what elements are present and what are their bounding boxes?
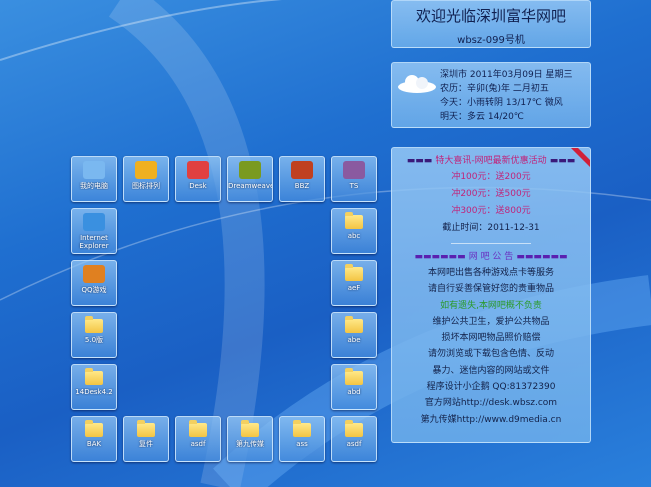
desktop-icon-item[interactable]: 第九传媒 <box>227 416 273 462</box>
desktop-icon-label: TS <box>349 182 359 190</box>
folder-icon <box>293 420 311 437</box>
weather-today: 今天：小雨转阴 13/17℃ 微风 <box>440 98 563 108</box>
divider <box>451 243 531 244</box>
desktop-icon-label: 5.0版 <box>84 336 104 344</box>
desktop-icon-50[interactable]: 5.0版 <box>71 312 117 358</box>
desktop-icon-label: BAK <box>86 440 102 448</box>
dreamweaver-icon <box>239 161 261 179</box>
machine-id: wbsz-099号机 <box>457 35 525 46</box>
promo-offer: 冲100元：送200元 <box>451 172 531 182</box>
promo-deadline: 截止时间：2011-12-31 <box>442 223 540 233</box>
desktop-icon-item[interactable]: 图标排列 <box>123 156 169 202</box>
desktop-icon-label: Internet Explorer <box>79 234 109 250</box>
desktop-icon-label: abe <box>347 336 361 344</box>
desktop-icon-label: ass <box>296 440 308 448</box>
promo-title: 特大喜讯-网吧最新优惠活动 <box>435 156 547 166</box>
desktop-icon-asdf[interactable]: asdf <box>175 416 221 462</box>
desktop-icon-aef[interactable]: aeF <box>331 260 377 306</box>
weather-date: 深圳市 2011年03月09日 星期三 <box>440 70 573 80</box>
weather-lunar: 农历：辛卯(兔)年 二月初五 <box>440 84 549 94</box>
cloud-icon <box>398 75 436 93</box>
desktop-icon-bak[interactable]: BAK <box>71 416 117 462</box>
promo-offer: 冲300元：送800元 <box>451 206 531 216</box>
desktop-icon-label: 图标排列 <box>132 182 160 190</box>
folder-icon <box>137 420 155 437</box>
folder-icon <box>85 420 103 437</box>
penguin-icon <box>187 161 209 179</box>
ts-icon <box>343 161 365 179</box>
desktop-icon-qq[interactable]: QQ游戏 <box>71 260 117 306</box>
desktop-icon-label: 14Desk4.2 <box>75 388 113 396</box>
desktop-icon-label: 我的电脑 <box>80 182 108 190</box>
notice-line: 程序设计小企鹅 QQ:81372390 <box>426 382 556 393</box>
notice-panel: ▬▬▬ 特大喜讯-网吧最新优惠活动 ▬▬▬ 冲100元：送200元 冲200元：… <box>391 147 591 443</box>
folder-icon <box>85 368 103 385</box>
folder-icon <box>345 264 363 281</box>
computer-icon <box>83 161 105 179</box>
desktop-icon-label: aeF <box>347 284 361 292</box>
desktop-icon-abc[interactable]: abc <box>331 208 377 254</box>
folder-icon <box>345 368 363 385</box>
desktop-icon-ass[interactable]: ass <box>279 416 325 462</box>
notice-line: 维护公共卫生，爱护公共物品 <box>432 316 550 327</box>
desktop-icon-label: QQ游戏 <box>81 286 107 294</box>
folder-icon <box>85 316 103 333</box>
notice-line: 官方网站http://desk.wbsz.com <box>424 398 558 409</box>
desktop-icon-label: abd <box>347 388 361 396</box>
weather-tomorrow: 明天：多云 14/20℃ <box>440 112 524 122</box>
desktop-icon-internetexplorer[interactable]: Internet Explorer <box>71 208 117 254</box>
desktop-icon-dreamweaver[interactable]: Dreamweaver <box>227 156 273 202</box>
desktop-icon-ts[interactable]: TS <box>331 156 377 202</box>
desktop-icon-label: abc <box>347 232 361 240</box>
promo-offer: 冲200元：送500元 <box>451 189 531 199</box>
desktop-icon-label: asdf <box>190 440 206 448</box>
desktop-icon-label: Dreamweaver <box>228 182 272 190</box>
desktop-icon-item[interactable]: 复件 <box>123 416 169 462</box>
notice-title: 网 吧 公 告 <box>468 252 514 262</box>
desktop-icon-label: asdf <box>346 440 362 448</box>
desktop-icon-abd[interactable]: abd <box>331 364 377 410</box>
desktop-icon-label: BBZ <box>294 182 310 190</box>
notice-line: 第九传媒http://www.d9media.cn <box>420 414 562 425</box>
desktop-icon-label: 复件 <box>139 440 153 448</box>
notice-line: 本网吧出售各种游戏点卡等服务 <box>427 268 554 278</box>
desktop-icon-14desk42[interactable]: 14Desk4.2 <box>71 364 117 410</box>
desktop-icon-item[interactable]: 我的电脑 <box>71 156 117 202</box>
desktop-icon-bbz[interactable]: BBZ <box>279 156 325 202</box>
folder-icon <box>189 420 207 437</box>
notice-line: 如有遗失,本网吧概不负责 <box>440 300 542 311</box>
weather-panel: 深圳市 2011年03月09日 星期三 农历：辛卯(兔)年 二月初五 今天：小雨… <box>391 62 591 128</box>
folder-icon <box>345 212 363 229</box>
ie-icon <box>83 213 105 231</box>
bbz-icon <box>291 161 313 179</box>
welcome-title: 欢迎光临深圳富华网吧 <box>415 7 566 25</box>
desktop-icon-desk[interactable]: Desk <box>175 156 221 202</box>
welcome-panel: 欢迎光临深圳富华网吧 wbsz-099号机 <box>391 0 591 48</box>
desktop-icon-abe[interactable]: abe <box>331 312 377 358</box>
desktop-icon-label: Desk <box>189 182 207 190</box>
folder-icon <box>345 420 363 437</box>
notice-line: 暴力、迷信内容的网站或文件 <box>432 365 550 376</box>
notice-line: 请勿浏览或下载包含色情、反动 <box>427 349 554 360</box>
desktop-icon-label: 第九传媒 <box>236 440 264 448</box>
desktop-icon-asdf[interactable]: asdf <box>331 416 377 462</box>
folder-icon <box>345 316 363 333</box>
notice-line: 请自行妥善保管好您的贵重物品 <box>427 284 554 295</box>
arrange-icon <box>135 161 157 179</box>
folder-icon <box>241 420 259 437</box>
qq-game-icon <box>83 265 105 283</box>
notice-line: 损坏本网吧物品照价赔偿 <box>441 333 541 344</box>
